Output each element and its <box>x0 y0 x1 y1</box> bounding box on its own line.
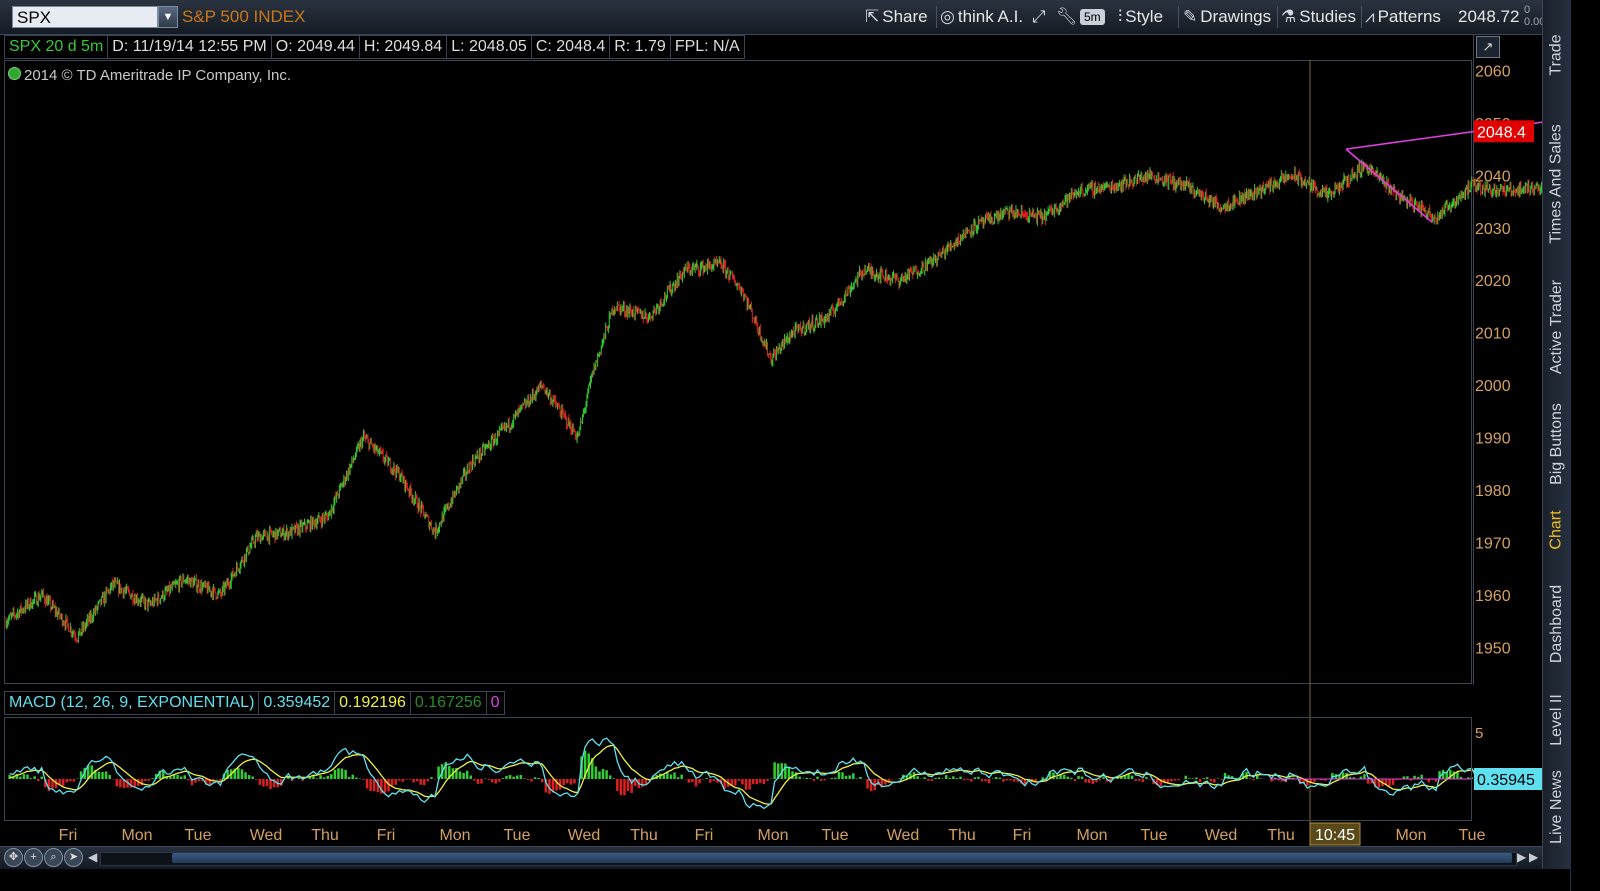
scroll-right-arrow[interactable]: ▶ <box>1517 848 1526 866</box>
time-axis-label: Mon <box>439 827 470 844</box>
time-axis-label: Tue <box>185 827 212 844</box>
tab-dashboard[interactable]: Dashboard <box>1543 572 1571 676</box>
tab-chart[interactable]: Chart <box>1543 500 1571 560</box>
side-tabs: Trade Times And Sales Active Trader Big … <box>1542 0 1571 891</box>
pan-icon[interactable]: ✥ <box>4 848 23 867</box>
price-tick-label: 1990 <box>1475 431 1511 448</box>
window-bottom-edge <box>0 869 1570 891</box>
macd-zero: 0 <box>485 691 505 715</box>
time-axis-label: Fri <box>1013 827 1032 844</box>
tab-label: Live News <box>1548 770 1565 844</box>
time-axis-label: Wed <box>568 827 601 844</box>
price-tick-label: 1970 <box>1475 535 1511 552</box>
time-axis-label: Thu <box>630 827 658 844</box>
time-axis-label: Wed <box>1205 827 1238 844</box>
tab-label: Trade <box>1548 34 1566 76</box>
time-cursor-label: 10:45 <box>1315 827 1355 844</box>
tab-label: Times And Sales <box>1548 124 1565 244</box>
zoom-icon[interactable]: ⌕ <box>44 848 63 867</box>
zoom-in-icon[interactable]: + <box>24 848 43 867</box>
time-axis-label: Mon <box>757 827 788 844</box>
scroll-left-arrow[interactable]: ◀ <box>88 848 97 866</box>
price-tick-label: 2060 <box>1475 63 1511 80</box>
price-tick-label: 1950 <box>1475 640 1511 657</box>
macd-value: 0.359452 <box>258 691 336 715</box>
price-tick-label: 2000 <box>1475 378 1511 395</box>
price-tick-label: 2010 <box>1475 326 1511 343</box>
tab-label: Active Trader <box>1548 279 1566 375</box>
tab-label: Dashboard <box>1548 584 1565 664</box>
scrollbar-thumb[interactable] <box>172 853 1512 863</box>
lower-trendline <box>1345 148 1433 224</box>
tab-times-and-sales[interactable]: Times And Sales <box>1543 110 1571 258</box>
time-axis-label: Thu <box>1267 827 1295 844</box>
tab-label: Big Buttons <box>1548 403 1566 485</box>
price-tick-label: 1960 <box>1475 588 1511 605</box>
time-axis-label: Tue <box>822 827 849 844</box>
tab-live-news[interactable]: Live News <box>1543 762 1571 852</box>
time-axis-label: Mon <box>1076 827 1107 844</box>
scroll-end-arrow[interactable]: ▶ <box>1529 848 1538 866</box>
macd-diff: 0.167256 <box>409 691 487 715</box>
time-axis-label: Mon <box>121 827 152 844</box>
tab-trade[interactable]: Trade <box>1543 10 1571 100</box>
time-axis-label: Mon <box>1395 827 1426 844</box>
time-axis-label: Thu <box>311 827 339 844</box>
time-axis-label: Fri <box>377 827 396 844</box>
time-axis-label: Fri <box>59 827 78 844</box>
macd-panel[interactable] <box>4 717 1472 821</box>
current-price-label: 2048.4 <box>1477 124 1526 141</box>
time-axis-label: Tue <box>1459 827 1486 844</box>
tab-label: Level II <box>1548 694 1565 746</box>
tab-label: Chart <box>1548 510 1565 550</box>
tab-level-ii[interactable]: Level II <box>1543 685 1571 755</box>
time-axis-label: Tue <box>504 827 531 844</box>
price-tick-label: 2030 <box>1475 221 1511 238</box>
macd-avg: 0.192196 <box>334 691 411 715</box>
time-axis-label: Thu <box>948 827 976 844</box>
tab-big-buttons[interactable]: Big Buttons <box>1543 394 1571 494</box>
macd-current-label: 0.35945 <box>1477 772 1535 789</box>
macd-axis-label: 5 <box>1475 725 1483 742</box>
time-axis-label: Tue <box>1141 827 1168 844</box>
time-axis-label: Fri <box>695 827 714 844</box>
macd-study-label[interactable]: MACD (12, 26, 9, EXPONENTIAL) <box>4 691 260 715</box>
price-tick-label: 2020 <box>1475 273 1511 290</box>
tab-active-trader[interactable]: Active Trader <box>1543 268 1571 386</box>
price-tick-label: 1980 <box>1475 483 1511 500</box>
cursor-icon[interactable]: ➤ <box>64 848 83 867</box>
time-axis-label: Wed <box>250 827 283 844</box>
time-axis-label: Wed <box>887 827 920 844</box>
candles-group <box>5 159 1542 643</box>
macd-header: MACD (12, 26, 9, EXPONENTIAL) 0.359452 0… <box>4 691 505 715</box>
